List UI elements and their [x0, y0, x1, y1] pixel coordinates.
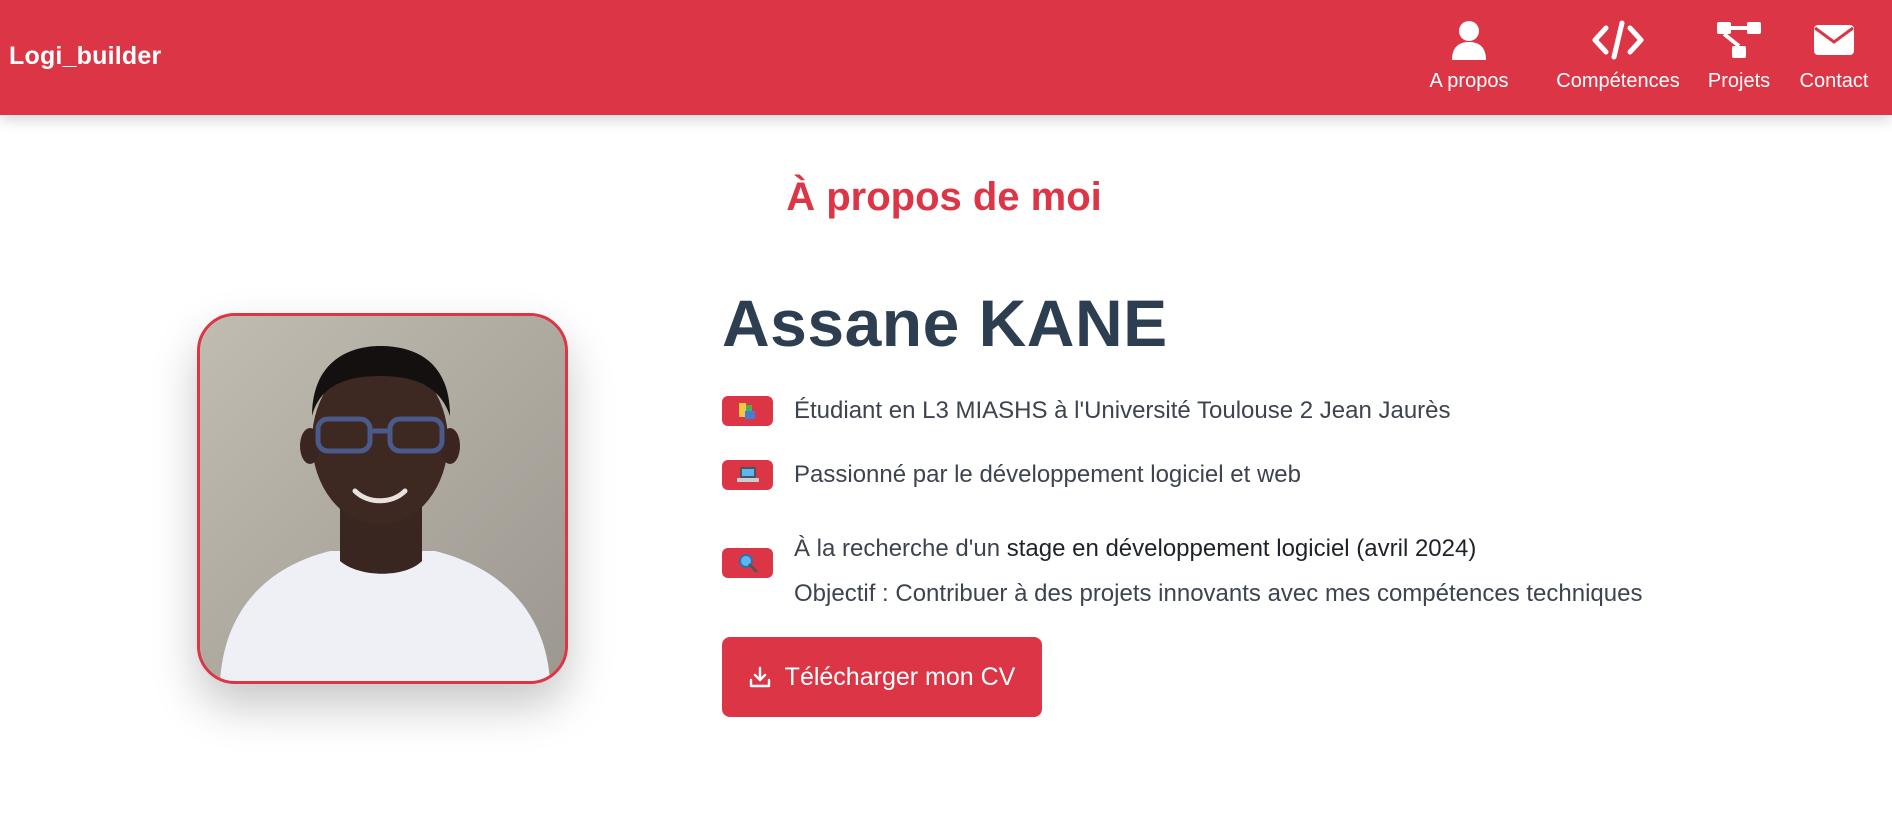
- profile-photo: [197, 313, 568, 684]
- info-text-highlight: stage en développement logiciel (avril 2…: [1006, 535, 1477, 562]
- info-item-education: Étudiant en L3 MIASHS à l'Université Tou…: [722, 396, 1451, 426]
- info-text-line2: Objectif : Contribuer à des projets inno…: [794, 580, 1643, 607]
- magnifier-icon: [722, 548, 773, 578]
- books-icon: [722, 396, 773, 426]
- download-icon: [749, 666, 771, 688]
- brand-logo[interactable]: Logi_builder: [9, 42, 161, 71]
- envelope-icon: [1813, 20, 1855, 60]
- info-text-line1: À la recherche d'un stage en développeme…: [794, 526, 1642, 571]
- profile-name: Assane KANE: [722, 286, 1168, 360]
- laptop-icon: [722, 460, 773, 490]
- info-text: Passionné par le développement logiciel …: [794, 461, 1301, 488]
- nav-item-contact[interactable]: Contact: [1784, 0, 1884, 93]
- info-text-prefix: À la recherche d'un: [794, 535, 1007, 562]
- nav-item-label: Contact: [1799, 70, 1869, 92]
- download-cv-label: Télécharger mon CV: [784, 662, 1016, 691]
- info-text: Étudiant en L3 MIASHS à l'Université Tou…: [794, 397, 1451, 424]
- navbar: Logi_builder A propos Compétences Projet…: [0, 0, 1892, 115]
- nav-item-label: Projets: [1707, 70, 1771, 92]
- code-icon: [1592, 20, 1644, 60]
- nav-item-competences[interactable]: Compétences: [1550, 0, 1686, 93]
- download-cv-button[interactable]: Télécharger mon CV: [722, 637, 1042, 717]
- info-text-objective: À la recherche d'un stage en développeme…: [794, 526, 1642, 616]
- nav-item-label: Compétences: [1556, 70, 1680, 92]
- info-item-objective: [722, 548, 773, 578]
- nav-item-label: A propos: [1429, 70, 1509, 92]
- nav-item-projets[interactable]: Projets: [1699, 0, 1779, 93]
- info-item-passion: Passionné par le développement logiciel …: [722, 460, 1301, 490]
- user-icon: [1451, 20, 1487, 60]
- nav-item-a-propos[interactable]: A propos: [1409, 0, 1529, 93]
- section-title: À propos de moi: [786, 175, 1102, 219]
- project-diagram-icon: [1716, 20, 1762, 60]
